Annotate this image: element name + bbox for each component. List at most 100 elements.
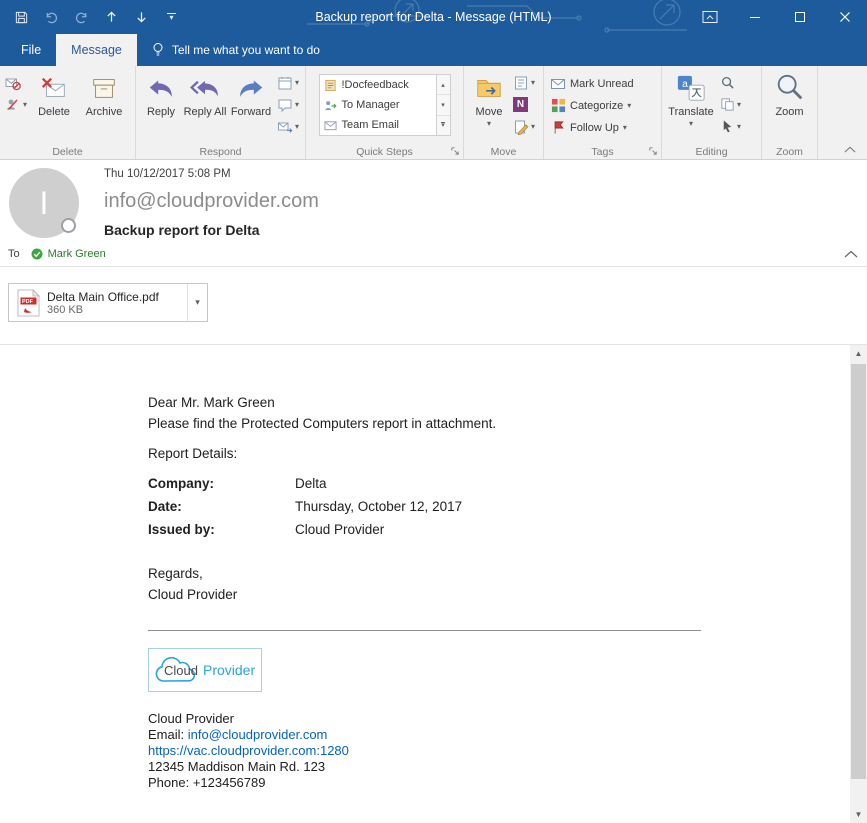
select-button[interactable]: ▾ (717, 117, 743, 136)
undo-button[interactable] (43, 9, 60, 26)
move-button[interactable]: Move ▾ (467, 69, 511, 139)
forward-button-label: Forward (230, 106, 272, 118)
signature-email-line: Email: info@cloudprovider.com (148, 727, 850, 743)
regards-name: Cloud Provider (148, 587, 238, 602)
chevron-down-icon: ▾ (622, 123, 627, 132)
reply-icon (145, 72, 177, 104)
quick-step-label: To Manager (341, 99, 400, 111)
collapse-ribbon-button[interactable] (841, 142, 859, 156)
delete-button-label: Delete (38, 106, 70, 118)
mark-unread-label: Mark Unread (570, 77, 634, 90)
signature-email-link[interactable]: info@cloudprovider.com (188, 727, 328, 742)
quick-step-docfeedback[interactable]: !Docfeedback (320, 75, 436, 95)
attachment-card[interactable]: PDF Delta Main Office.pdf 360 KB ▾ (8, 283, 208, 322)
im-button[interactable]: ▾ (275, 95, 301, 114)
company-logo: Cloud Provider (148, 648, 262, 692)
previous-item-button[interactable] (103, 9, 120, 26)
attachment-size: 360 KB (47, 303, 84, 316)
signature-name: Cloud Provider (148, 711, 234, 726)
detail-value: Delta (295, 476, 327, 491)
presence-badge (61, 218, 76, 233)
message-date: Thu 10/12/2017 5:08 PM (104, 168, 231, 180)
recipient-check-icon (31, 248, 43, 260)
next-item-button[interactable] (133, 9, 150, 26)
lightbulb-icon (153, 43, 163, 56)
report-details: Company: Delta Date: Thursday, October 1… (148, 472, 850, 541)
scroll-up-button[interactable]: ▲ (850, 345, 867, 362)
signature-url-link[interactable]: https://vac.cloudprovider.com:1280 (148, 743, 349, 758)
attachment-options-button[interactable]: ▾ (187, 284, 207, 321)
find-button[interactable] (717, 73, 743, 92)
tags-dialog-launcher[interactable] (647, 145, 659, 157)
quick-step-team-email[interactable]: Team Email (320, 115, 436, 135)
collapse-header-button[interactable] (844, 250, 858, 258)
actions-icon (513, 119, 529, 135)
scrollbar-thumb[interactable] (851, 364, 866, 779)
quick-step-label: !Docfeedback (341, 79, 409, 91)
chevron-down-icon: ▾ (737, 122, 742, 131)
chevron-down-icon: ▾ (531, 78, 536, 87)
categorize-icon (550, 98, 566, 114)
vertical-scrollbar[interactable]: ▲ ▼ (850, 345, 867, 823)
onenote-button[interactable]: N (511, 95, 537, 114)
quick-steps-dialog-launcher[interactable] (449, 145, 461, 157)
gallery-scroll-down-button[interactable]: ▾ (436, 95, 450, 116)
maximize-icon (794, 12, 805, 22)
junk-button[interactable]: ▾ (3, 95, 29, 114)
archive-button-label: Archive (85, 106, 123, 118)
delete-button[interactable]: Delete (29, 69, 79, 139)
archive-icon (88, 72, 120, 104)
close-button[interactable] (822, 0, 867, 34)
tell-me-box[interactable]: Tell me what you want to do (151, 34, 320, 66)
quick-steps-list: !Docfeedback To Manager Team Email (320, 75, 436, 135)
reading-pane: Dear Mr. Mark Green Please find the Prot… (0, 345, 867, 823)
recipient-name[interactable]: Mark Green (48, 248, 106, 260)
chevron-down-icon: ▾ (295, 122, 300, 131)
attachment-filename: Delta Main Office.pdf (47, 289, 159, 304)
ignore-button[interactable] (3, 73, 29, 92)
chevron-down-icon: ▾ (531, 122, 536, 131)
mark-unread-button[interactable]: Mark Unread (547, 73, 637, 94)
gallery-scroll-up-button[interactable]: ▴ (436, 75, 450, 96)
meeting-button[interactable]: ▾ (275, 73, 301, 92)
translate-icon: a (675, 72, 707, 104)
zoom-button[interactable]: Zoom (765, 69, 814, 139)
gallery-more-button[interactable]: ▾ (436, 115, 450, 135)
zoom-icon (774, 72, 806, 104)
ribbon-display-options-button[interactable] (687, 0, 732, 34)
translate-button[interactable]: a Translate ▾ (665, 69, 717, 139)
move-small-buttons: ▾ N ▾ (511, 69, 537, 136)
reply-all-button[interactable]: Reply All (183, 69, 227, 139)
redo-button[interactable] (73, 9, 90, 26)
editing-group-label: Editing (695, 146, 728, 158)
chevron-down-icon: ▾ (169, 13, 174, 22)
customize-quick-access-button[interactable]: ▾ (163, 9, 180, 26)
chevron-down-icon: ▾ (688, 119, 693, 128)
follow-up-button[interactable]: Follow Up ▾ (547, 117, 637, 138)
rules-button[interactable]: ▾ (511, 73, 537, 92)
sender-email[interactable]: info@cloudprovider.com (104, 190, 319, 213)
forward-button[interactable]: Forward (227, 69, 275, 139)
minimize-button[interactable] (732, 0, 777, 34)
tab-file[interactable]: File (6, 34, 56, 66)
categorize-button[interactable]: Categorize ▾ (547, 95, 637, 116)
close-icon (839, 12, 850, 22)
scroll-down-button[interactable]: ▼ (850, 806, 867, 823)
reply-button[interactable]: Reply (139, 69, 183, 139)
signature-address: 12345 Maddison Main Rd. 123 (148, 759, 326, 774)
archive-button[interactable]: Archive (79, 69, 129, 139)
more-respond-actions-button[interactable]: ▾ (275, 117, 301, 136)
quick-step-to-manager[interactable]: To Manager (320, 95, 436, 115)
tab-message[interactable]: Message (56, 34, 137, 66)
maximize-button[interactable] (777, 0, 822, 34)
attachment-info: Delta Main Office.pdf 360 KB (47, 290, 187, 316)
chevron-down-icon: ▾ (737, 100, 742, 109)
forward-icon (235, 72, 267, 104)
to-label: To (8, 248, 20, 260)
actions-button[interactable]: ▾ (511, 117, 537, 136)
save-button[interactable] (13, 9, 30, 26)
detail-label: Date: (148, 499, 182, 514)
greeting-line: Dear Mr. Mark Green (148, 395, 275, 410)
message-header: I Thu 10/12/2017 5:08 PM info@cloudprovi… (0, 160, 867, 267)
related-button[interactable]: ▾ (717, 95, 743, 114)
